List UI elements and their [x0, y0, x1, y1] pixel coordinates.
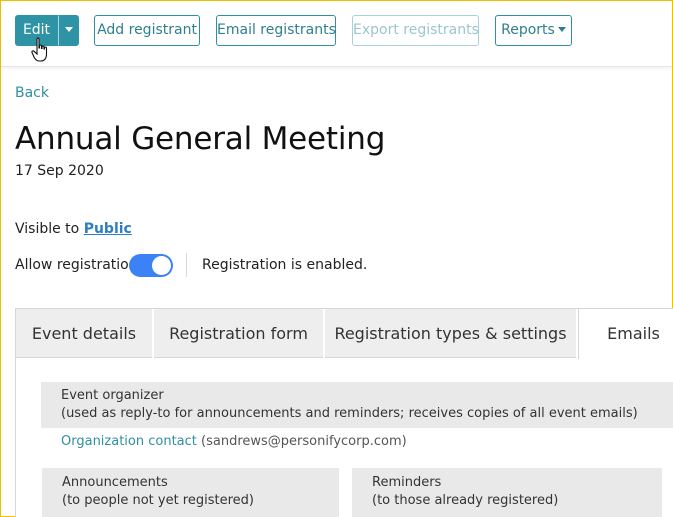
event-organizer-section: Event organizer (used as reply-to for an… [41, 382, 673, 428]
divider [186, 253, 187, 277]
announcements-subtitle: (to people not yet registered) [62, 493, 254, 508]
toolbar: Edit Add registrant Email registrants Ex… [1, 1, 672, 67]
tab-bar: Event details Registration form Registra… [16, 309, 673, 359]
reminders-title: Reminders [372, 475, 442, 490]
reports-label: Reports [501, 22, 555, 38]
export-registrants-button[interactable]: Export registrants [352, 15, 479, 46]
organizer-contact-row: Organization contact (sandrews@personify… [61, 434, 407, 449]
add-registrant-button[interactable]: Add registrant [94, 15, 200, 46]
hand-cursor-icon [31, 37, 48, 62]
registration-status: Registration is enabled. [202, 257, 368, 273]
page-title: Annual General Meeting [15, 121, 386, 157]
chevron-down-icon [64, 26, 73, 32]
allow-registration-toggle[interactable] [129, 254, 173, 277]
announcements-title: Announcements [62, 475, 168, 490]
event-organizer-title: Event organizer [61, 388, 164, 403]
tab-registration-types-settings[interactable]: Registration types & settings [325, 309, 578, 358]
visibility-link[interactable]: Public [84, 221, 132, 237]
announcements-section: Announcements (to people not yet registe… [42, 468, 339, 517]
reminders-subtitle: (to those already registered) [372, 493, 559, 508]
additional-section [662, 468, 673, 517]
email-registrants-button[interactable]: Email registrants [216, 15, 336, 46]
toggle-knob [152, 256, 171, 275]
back-link[interactable]: Back [15, 85, 49, 101]
tab-emails[interactable]: Emails [578, 309, 673, 359]
event-panel: Event details Registration form Registra… [15, 308, 673, 517]
allow-registration-label: Allow registration [15, 257, 138, 273]
edit-dropdown-button[interactable] [58, 15, 79, 46]
visibility-row: Visible to Public [15, 221, 132, 237]
reports-button[interactable]: Reports [495, 15, 572, 46]
chevron-down-icon [557, 26, 566, 32]
event-organizer-subtitle: (used as reply-to for announcements and … [61, 406, 638, 421]
visibility-prefix: Visible to [15, 221, 80, 237]
organization-contact-link[interactable]: Organization contact [61, 434, 197, 449]
tab-event-details[interactable]: Event details [16, 309, 154, 358]
reminders-section: Reminders (to those already registered) [352, 468, 662, 517]
tab-registration-form[interactable]: Registration form [154, 309, 325, 358]
event-date: 17 Sep 2020 [15, 163, 104, 179]
organizer-email: (sandrews@personifycorp.com) [201, 434, 407, 449]
